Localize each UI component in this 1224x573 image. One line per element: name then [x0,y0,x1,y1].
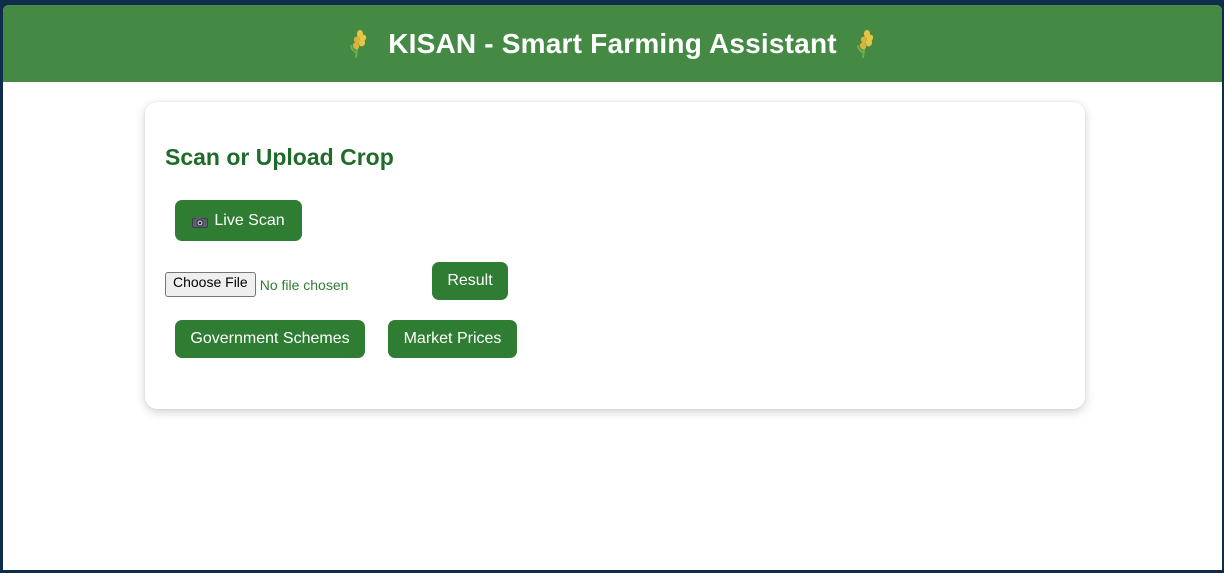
wheat-icon [855,29,877,59]
header-inner: KISAN - Smart Farming Assistant [348,28,877,60]
camera-icon [192,215,209,228]
market-prices-label: Market Prices [403,330,502,347]
live-scan-button[interactable]: Live Scan [175,200,302,241]
result-button[interactable]: Result [432,262,508,300]
scan-upload-card: Scan or Upload Crop Live Scan Choose Fil… [145,102,1085,409]
government-schemes-label: Government Schemes [190,330,350,347]
result-label: Result [447,272,493,289]
file-upload-row: Choose File No file chosen [165,272,348,297]
app-window: KISAN - Smart Farming Assistant Scan or … [3,5,1222,570]
market-prices-button[interactable]: Market Prices [388,320,517,358]
live-scan-label: Live Scan [214,211,285,229]
app-header: KISAN - Smart Farming Assistant [3,5,1222,82]
government-schemes-button[interactable]: Government Schemes [175,320,365,358]
app-title: KISAN - Smart Farming Assistant [388,27,837,59]
choose-file-button[interactable]: Choose File [165,272,256,297]
card-title: Scan or Upload Crop [165,144,394,170]
wheat-icon [348,29,370,59]
file-status-text: No file chosen [259,276,349,293]
